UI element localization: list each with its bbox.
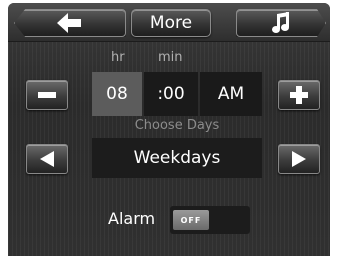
minute-label: min <box>158 50 183 65</box>
back-button[interactable] <box>14 9 126 37</box>
music-button[interactable] <box>236 9 326 37</box>
alarm-toggle[interactable]: OFF <box>170 206 250 234</box>
minute-field[interactable]: :00 <box>144 72 198 116</box>
hour-value: 08 <box>106 84 128 104</box>
more-label: More <box>149 13 193 33</box>
alarm-label: Alarm <box>108 209 156 228</box>
next-day-option-button[interactable] <box>278 144 320 174</box>
minute-value: :00 <box>157 84 185 104</box>
triangle-left-icon <box>40 151 54 167</box>
music-note-icon <box>272 12 289 33</box>
arrow-left-icon <box>57 13 81 33</box>
decrement-button[interactable] <box>26 80 68 110</box>
ampm-value: AM <box>217 84 245 104</box>
previous-day-option-button[interactable] <box>26 144 68 174</box>
triangle-right-icon <box>292 151 306 167</box>
plus-icon <box>290 86 308 104</box>
ampm-field[interactable]: AM <box>200 72 262 116</box>
minus-icon <box>38 92 56 98</box>
increment-button[interactable] <box>278 80 320 110</box>
more-button[interactable]: More <box>131 9 211 37</box>
choose-days-label: Choose Days <box>134 118 220 133</box>
alarm-toggle-state: OFF <box>180 215 202 225</box>
days-selector[interactable]: Weekdays <box>92 138 262 178</box>
alarm-toggle-knob[interactable]: OFF <box>173 210 209 230</box>
days-value: Weekdays <box>133 148 221 168</box>
hour-field[interactable]: 08 <box>92 72 142 116</box>
hour-label: hr <box>111 50 125 65</box>
alarm-settings-screen: More hr min 08 :00 AM Choose Days Weekda… <box>8 3 330 256</box>
top-toolbar: More <box>8 3 330 42</box>
